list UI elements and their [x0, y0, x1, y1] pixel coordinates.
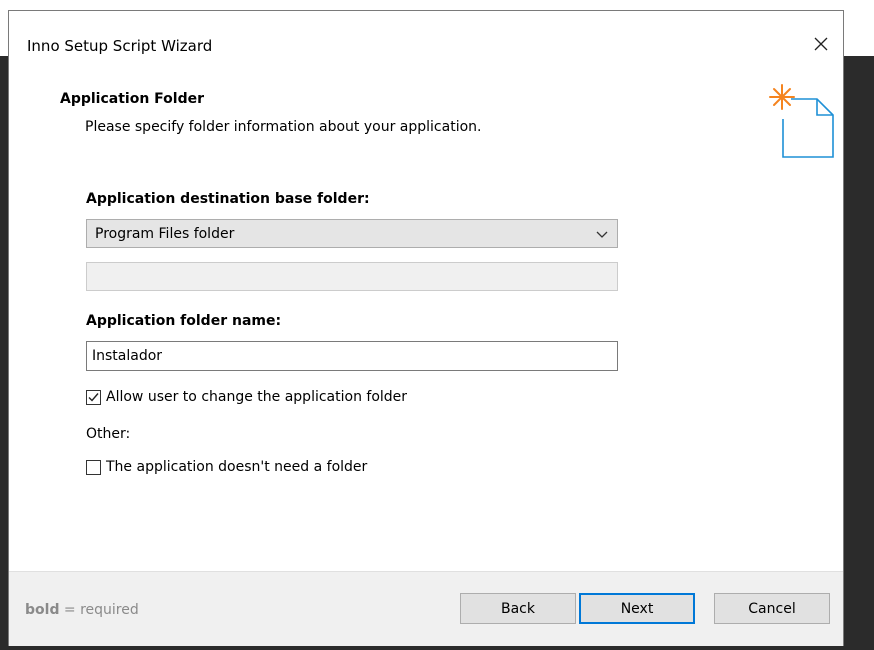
next-button[interactable]: Next — [579, 593, 695, 624]
title-bar[interactable]: Inno Setup Script Wizard — [9, 11, 843, 81]
window-title: Inno Setup Script Wizard — [27, 37, 213, 55]
no-folder-option[interactable]: The application doesn't need a folder — [86, 459, 367, 475]
required-legend: bold = required — [25, 602, 139, 618]
folder-name-input[interactable] — [86, 341, 618, 371]
allow-change-folder-checkbox[interactable] — [86, 389, 101, 405]
folder-name-label: Application folder name: — [86, 313, 282, 329]
other-section-label: Other: — [86, 426, 131, 442]
no-folder-checkbox[interactable] — [86, 459, 101, 475]
chevron-down-icon — [596, 231, 608, 238]
desktop-background-right — [844, 56, 874, 650]
base-folder-dropdown[interactable]: Program Files folder — [86, 219, 618, 248]
desktop-background-bottom — [0, 646, 874, 650]
custom-base-folder-field — [86, 262, 618, 291]
back-button[interactable]: Back — [460, 593, 576, 624]
close-icon — [814, 37, 828, 51]
allow-change-folder-label: Allow user to change the application fol… — [106, 389, 408, 405]
wizard-dialog: Inno Setup Script Wizard Application Fol… — [8, 10, 844, 646]
allow-change-folder-option[interactable]: Allow user to change the application fol… — [86, 389, 407, 405]
base-folder-selected-value: Program Files folder — [95, 226, 235, 242]
wizard-footer: bold = required Back Next Cancel — [9, 571, 843, 646]
desktop-background-left — [0, 56, 8, 650]
close-button[interactable] — [805, 29, 837, 59]
no-folder-label: The application doesn't need a folder — [106, 459, 368, 475]
checkmark-icon — [88, 392, 99, 402]
base-folder-label: Application destination base folder: — [86, 191, 370, 207]
required-legend-bold: bold — [25, 602, 60, 618]
page-heading: Application Folder — [60, 91, 205, 107]
cancel-button[interactable]: Cancel — [714, 593, 830, 624]
required-legend-text: = required — [59, 602, 139, 618]
page-description: Please specify folder information about … — [85, 119, 482, 135]
new-document-icon — [769, 84, 834, 158]
